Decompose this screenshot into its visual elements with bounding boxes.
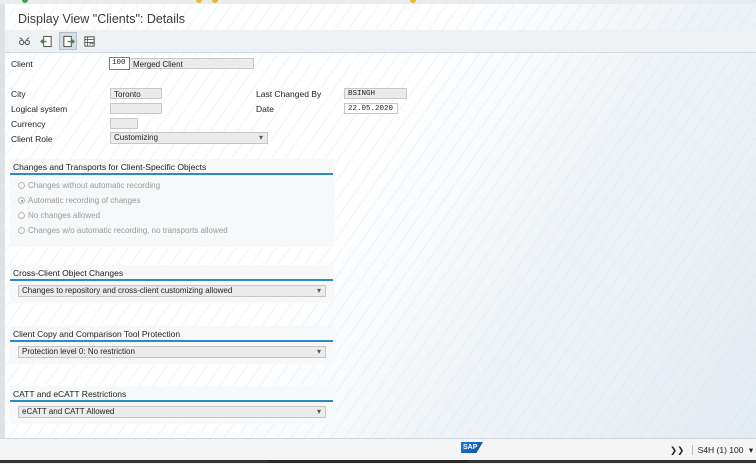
catt-value: eCATT and CATT Allowed bbox=[22, 407, 115, 416]
chevron-down-icon: ▾ bbox=[316, 407, 321, 416]
status-dot-icon bbox=[196, 0, 202, 3]
catt-dropdown[interactable]: eCATT and CATT Allowed ▾ bbox=[18, 406, 326, 418]
currency-field[interactable] bbox=[110, 118, 138, 129]
variable-list-button[interactable] bbox=[81, 33, 97, 49]
cross-client-title: Cross-Client Object Changes bbox=[13, 268, 124, 278]
radio-icon bbox=[18, 182, 25, 189]
client-number-field[interactable]: 100 bbox=[109, 57, 130, 70]
changes-transports-title: Changes and Transports for Client-Specif… bbox=[13, 162, 207, 172]
radio-label: Automatic recording of changes bbox=[28, 196, 141, 205]
radio-label: Changes without automatic recording bbox=[28, 181, 161, 190]
cross-client-group: Cross-Client Object Changes Changes to r… bbox=[10, 265, 335, 303]
radio-label: No changes allowed bbox=[28, 211, 101, 220]
date-field[interactable]: 22.05.2020 bbox=[344, 103, 398, 114]
logical-system-field[interactable] bbox=[110, 103, 162, 114]
status-dot-icon bbox=[22, 0, 28, 3]
radio-selected-icon bbox=[18, 197, 25, 204]
last-changed-by-field[interactable]: BSINGH bbox=[344, 88, 407, 99]
city-label: City bbox=[11, 89, 26, 99]
last-changed-by-label: Last Changed By bbox=[256, 89, 322, 99]
previous-entry-icon bbox=[39, 35, 52, 47]
system-info[interactable]: ❯❯ S4H (1) 100 ▾ bbox=[670, 445, 753, 456]
copy-protection-group: Client Copy and Comparison Tool Protecti… bbox=[10, 326, 335, 364]
radio-label: Changes w/o automatic recording, no tran… bbox=[28, 226, 228, 235]
radio-changes-without-recording[interactable]: Changes without automatic recording bbox=[18, 181, 160, 190]
variable-list-icon bbox=[83, 35, 95, 47]
client-name-field[interactable]: Merged Client bbox=[129, 58, 254, 69]
status-dot-icon bbox=[212, 0, 218, 3]
radio-automatic-recording[interactable]: Automatic recording of changes bbox=[18, 196, 141, 205]
sap-logo: SAP bbox=[461, 442, 483, 453]
date-label: Date bbox=[256, 104, 274, 114]
group-divider bbox=[10, 173, 333, 175]
next-entry-icon bbox=[62, 35, 75, 47]
logical-system-label: Logical system bbox=[11, 104, 68, 114]
catt-title: CATT and eCATT Restrictions bbox=[13, 389, 127, 399]
next-entry-button[interactable] bbox=[59, 32, 77, 50]
client-role-dropdown[interactable]: Customizing ▾ bbox=[110, 132, 268, 144]
copy-protection-dropdown[interactable]: Protection level 0: No restriction ▾ bbox=[18, 346, 326, 358]
copy-protection-value: Protection level 0: No restriction bbox=[22, 347, 135, 356]
city-field[interactable]: Toronto bbox=[110, 88, 162, 99]
expand-chevron-icon[interactable]: ❯❯ bbox=[670, 445, 684, 455]
currency-label: Currency bbox=[11, 119, 46, 129]
client-label: Client bbox=[11, 59, 33, 69]
copy-protection-title: Client Copy and Comparison Tool Protecti… bbox=[13, 329, 181, 339]
glasses-toggle-icon bbox=[18, 36, 30, 45]
chevron-down-icon: ▾ bbox=[316, 286, 321, 295]
display-change-button[interactable] bbox=[16, 33, 32, 49]
group-divider bbox=[10, 400, 333, 402]
client-role-label: Client Role bbox=[11, 134, 53, 144]
group-divider bbox=[10, 279, 333, 281]
client-role-value: Customizing bbox=[114, 133, 159, 142]
previous-entry-button[interactable] bbox=[38, 33, 54, 49]
radio-icon bbox=[18, 212, 25, 219]
chevron-down-icon: ▾ bbox=[258, 133, 263, 142]
cross-client-dropdown[interactable]: Changes to repository and cross-client c… bbox=[18, 285, 326, 297]
group-divider bbox=[10, 340, 333, 342]
application-toolbar bbox=[5, 30, 756, 53]
status-dot-icon bbox=[410, 0, 416, 3]
radio-no-changes[interactable]: No changes allowed bbox=[18, 211, 100, 220]
changes-transports-group: Changes and Transports for Client-Specif… bbox=[10, 159, 335, 247]
radio-no-transports[interactable]: Changes w/o automatic recording, no tran… bbox=[18, 226, 228, 235]
cross-client-value: Changes to repository and cross-client c… bbox=[22, 286, 233, 295]
main-window: Display View "Clients": Details Client 1… bbox=[5, 4, 756, 438]
radio-icon bbox=[18, 227, 25, 234]
chevron-down-icon[interactable]: ▾ bbox=[749, 445, 753, 455]
chevron-down-icon: ▾ bbox=[316, 347, 321, 356]
catt-group: CATT and eCATT Restrictions eCATT and CA… bbox=[10, 386, 335, 424]
page-title: Display View "Clients": Details bbox=[18, 12, 186, 26]
system-client-label: S4H (1) 100 bbox=[691, 445, 744, 455]
